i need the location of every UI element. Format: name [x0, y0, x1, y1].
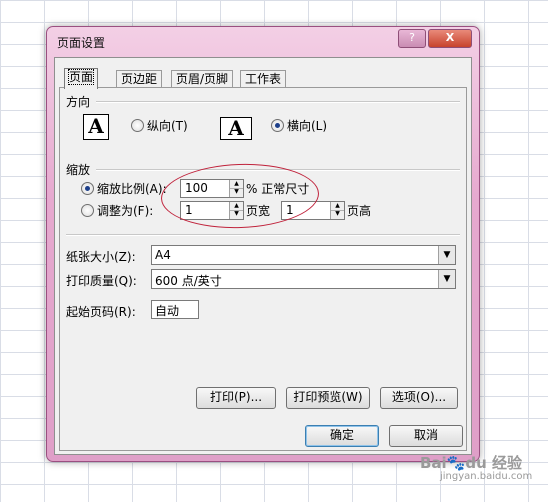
- landscape-icon: A: [220, 117, 252, 140]
- spin-down-icon[interactable]: ▼: [230, 188, 243, 196]
- pages-wide-label: 页宽: [246, 204, 271, 218]
- fit-to-label[interactable]: 调整为(F):: [97, 202, 153, 219]
- paw-icon: 🐾: [446, 454, 466, 472]
- first-page-label: 起始页码(R):: [66, 305, 136, 319]
- adjust-to-label[interactable]: 缩放比例(A):: [97, 180, 167, 197]
- portrait-icon: A: [83, 114, 109, 140]
- fit-tall-spinner[interactable]: 1 ▲ ▼: [281, 201, 345, 220]
- adjust-percent-value: 100: [185, 181, 208, 195]
- watermark-brand: Bai: [420, 454, 447, 472]
- orientation-group-label: 方向: [66, 95, 91, 109]
- fit-wide-value: 1: [185, 203, 193, 217]
- first-page-input[interactable]: 自动: [151, 300, 199, 319]
- tab-header-footer[interactable]: 页眉/页脚: [171, 70, 234, 88]
- cancel-button[interactable]: 取消: [389, 425, 463, 447]
- scaling-group-label: 缩放: [66, 163, 91, 177]
- tab-margins[interactable]: 页边距: [116, 70, 163, 88]
- dialog-body: 页面 页边距 页眉/页脚 工作表 方向 A 纵向(T) A 横向(L) 缩放 缩…: [54, 57, 472, 455]
- print-preview-button[interactable]: 打印预览(W): [286, 387, 370, 409]
- tab-sheet[interactable]: 工作表: [240, 70, 287, 88]
- watermark-tail: 经验: [492, 454, 523, 472]
- first-page-value: 自动: [155, 304, 180, 318]
- spin-down-icon[interactable]: ▼: [331, 210, 344, 218]
- paper-size-label: 纸张大小(Z):: [66, 250, 136, 264]
- page-setup-dialog: 页面设置 ? X 页面 页边距 页眉/页脚 工作表 方向 A 纵向(T) A 横…: [46, 26, 480, 462]
- section-divider: [66, 234, 460, 236]
- fit-tall-value: 1: [286, 203, 294, 217]
- pages-tall-label: 页高: [347, 204, 372, 218]
- paper-size-select[interactable]: A4 ▼: [151, 245, 456, 265]
- close-button[interactable]: X: [428, 29, 472, 48]
- tab-page[interactable]: 页面: [64, 68, 99, 89]
- percent-suffix: % 正常尺寸: [246, 182, 310, 196]
- spin-down-icon[interactable]: ▼: [230, 210, 243, 218]
- chevron-down-icon[interactable]: ▼: [438, 270, 455, 288]
- portrait-label[interactable]: 纵向(T): [147, 117, 188, 134]
- print-button[interactable]: 打印(P)...: [196, 387, 276, 409]
- print-quality-select[interactable]: 600 点/英寸 ▼: [151, 269, 456, 289]
- landscape-radio[interactable]: [271, 119, 284, 132]
- help-button[interactable]: ?: [398, 29, 426, 48]
- options-button[interactable]: 选项(O)...: [380, 387, 458, 409]
- print-quality-value: 600 点/英寸: [155, 274, 222, 288]
- fit-wide-spinner[interactable]: 1 ▲ ▼: [180, 201, 244, 220]
- paper-size-value: A4: [155, 248, 171, 262]
- baidu-watermark: Bai🐾du 经验 jingyan.baidu.com: [420, 452, 532, 482]
- adjust-percent-spinner[interactable]: 100 ▲ ▼: [180, 179, 244, 198]
- watermark-url: jingyan.baidu.com: [440, 471, 533, 482]
- scaling-divider: [96, 169, 460, 171]
- dialog-title: 页面设置: [57, 36, 106, 50]
- adjust-to-radio[interactable]: [81, 182, 94, 195]
- chevron-down-icon[interactable]: ▼: [438, 246, 455, 264]
- fit-to-radio[interactable]: [81, 204, 94, 217]
- tab-panel-page: 方向 A 纵向(T) A 横向(L) 缩放 缩放比例(A): 100 ▲ ▼ % …: [59, 87, 467, 451]
- landscape-label[interactable]: 横向(L): [287, 117, 327, 134]
- orientation-divider: [96, 101, 460, 103]
- portrait-radio[interactable]: [131, 119, 144, 132]
- watermark-paw: du: [465, 454, 487, 472]
- print-quality-label: 打印质量(Q):: [66, 274, 137, 288]
- ok-button[interactable]: 确定: [305, 425, 379, 447]
